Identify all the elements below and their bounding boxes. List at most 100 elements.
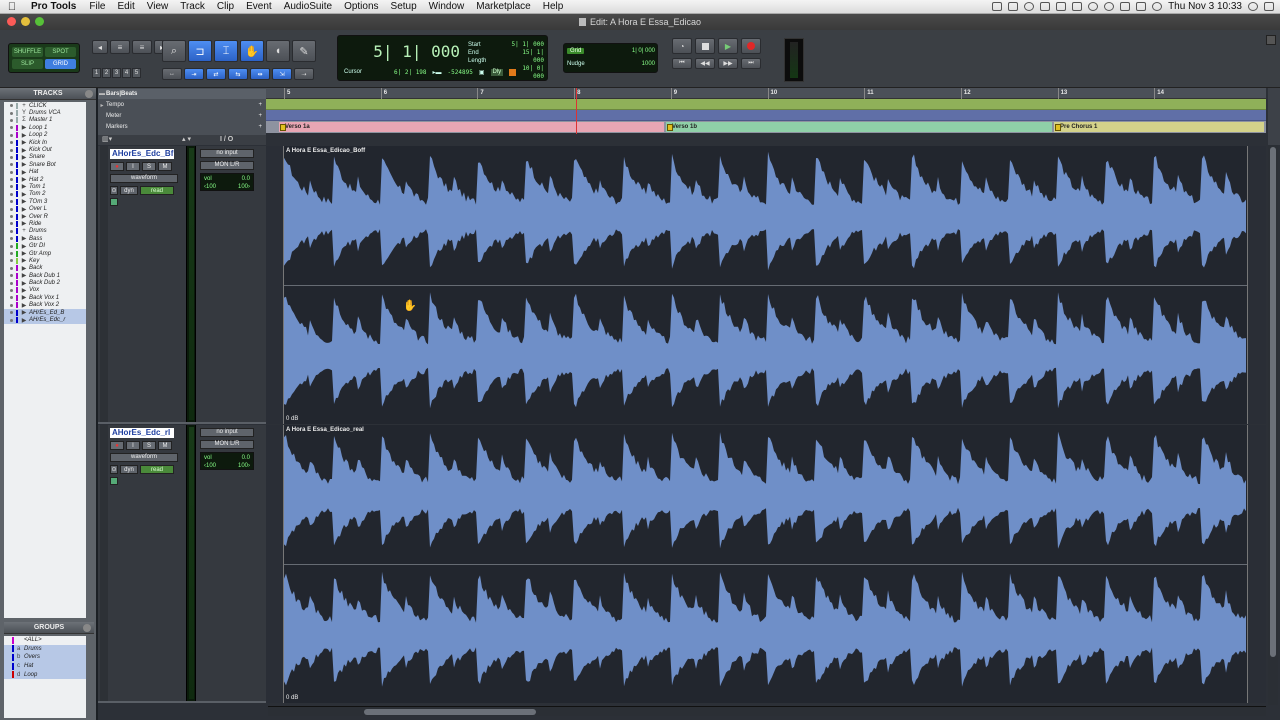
track-show-hide-icon[interactable] — [10, 252, 13, 255]
track-show-hide-icon[interactable] — [10, 185, 13, 189]
menu-audiosuite[interactable]: AudioSuite — [278, 1, 338, 12]
extension-icon[interactable] — [992, 2, 1003, 11]
track-show-hide-icon[interactable] — [10, 311, 13, 315]
delay-compensation-button[interactable]: Dly — [490, 69, 504, 76]
tempo-ruler[interactable] — [266, 99, 1266, 110]
end-value[interactable]: 15| 1| 000 — [510, 49, 544, 65]
start-value[interactable]: 5| 1| 000 — [510, 41, 544, 49]
tracks-list-item[interactable]: ▶ Tom 2 — [4, 191, 86, 198]
track-playlist-lane[interactable]: A Hora E Essa_Edicao_Boff 0 dB — [266, 146, 1266, 424]
zoom-audio-icon[interactable]: ≡ — [110, 40, 130, 54]
bluetooth-icon[interactable] — [1120, 2, 1131, 11]
toolbar-menu-icon[interactable] — [1266, 35, 1276, 45]
menu-marketplace[interactable]: Marketplace — [470, 1, 536, 12]
track-show-hide-icon[interactable] — [10, 118, 13, 122]
tracks-list-item[interactable]: ▶ Back — [4, 265, 86, 272]
notification-center-icon[interactable] — [1264, 2, 1274, 11]
tracks-list-item[interactable]: ▶ Kick In — [4, 139, 86, 146]
wifi-icon[interactable] — [1152, 2, 1163, 11]
track-show-hide-icon[interactable] — [10, 229, 13, 233]
online-transport-icon[interactable]: ◔ — [672, 38, 692, 54]
grid-value[interactable]: 1| 0| 000 — [632, 48, 655, 54]
next-icon[interactable]: ⇢ — [294, 68, 314, 80]
groups-menu-icon[interactable] — [83, 624, 91, 632]
add-meter-icon[interactable]: + — [258, 113, 262, 119]
playlist-icon[interactable]: ⊙ — [110, 186, 118, 195]
fast-forward-icon[interactable]: ▶▶ — [718, 58, 738, 69]
marker[interactable]: Verso 1b — [666, 122, 1052, 132]
tracks-list-item[interactable]: ▶ Gtr Amp — [4, 250, 86, 257]
lane-expand-icon[interactable] — [110, 198, 118, 206]
track-show-hide-icon[interactable] — [10, 288, 13, 292]
volume-icon[interactable] — [1136, 2, 1147, 11]
audio-icon[interactable] — [1088, 2, 1099, 11]
track-show-hide-icon[interactable] — [10, 215, 13, 219]
go-to-end-icon[interactable]: ⏭ — [741, 58, 761, 69]
playhead[interactable] — [576, 88, 577, 134]
tracks-list-item[interactable]: ▶ AHrEs_Edc_r — [4, 316, 86, 324]
zoom-midi-icon[interactable]: ≡ — [132, 40, 152, 54]
zoom-out-horizontal-icon[interactable]: ◂ — [92, 40, 108, 54]
track-show-hide-icon[interactable] — [10, 303, 13, 307]
menu-window[interactable]: Window — [423, 1, 471, 12]
selector-tool-icon[interactable]: ⌶ — [214, 40, 238, 62]
link-timeline-icon[interactable]: ⇥ — [184, 68, 204, 80]
rewind-icon[interactable]: ◀◀ — [695, 58, 715, 69]
time-machine-icon[interactable] — [1104, 2, 1115, 11]
tracks-list-item[interactable]: + CLICK — [4, 102, 86, 109]
menu-clock[interactable]: Thu Nov 3 10:33 — [1168, 1, 1242, 12]
clip-gain[interactable]: 0 dB — [286, 416, 298, 422]
track-show-hide-icon[interactable] — [10, 192, 13, 196]
tracks-list-item[interactable]: ▶ Key — [4, 257, 86, 264]
output-selector[interactable]: MON L/R — [200, 440, 254, 449]
minimize-window-button[interactable] — [21, 17, 30, 26]
slip-mode-button[interactable]: SLIP — [12, 59, 43, 69]
zoom-preset-4[interactable]: 4 — [122, 68, 131, 78]
clip-gain[interactable]: 0 dB — [286, 695, 298, 701]
menu-edit[interactable]: Edit — [112, 1, 141, 12]
apple-menu-icon[interactable]:  — [0, 1, 24, 13]
tracks-list-item[interactable]: ▶ Loop 1 — [4, 124, 86, 131]
ruler-label-meter[interactable]: Meter + — [98, 111, 266, 121]
add-tempo-icon[interactable]: + — [258, 102, 262, 108]
dropbox-icon[interactable] — [1072, 2, 1083, 11]
group-list-item[interactable]: c Hat — [4, 661, 86, 671]
horizontal-scrollbar[interactable] — [268, 706, 1266, 716]
marker[interactable]: Verso 1a — [279, 122, 664, 132]
track-show-hide-icon[interactable] — [10, 178, 13, 182]
tracks-list-item[interactable]: ▶ Hat 2 — [4, 176, 86, 183]
menu-view[interactable]: View — [141, 1, 175, 12]
track-show-hide-icon[interactable] — [10, 244, 13, 248]
tracks-list-item[interactable]: ▶ Back Vox 2 — [4, 302, 86, 309]
menu-clip[interactable]: Clip — [211, 1, 240, 12]
menu-file[interactable]: File — [83, 1, 111, 12]
record-button[interactable] — [741, 38, 761, 54]
menu-track[interactable]: Track — [174, 1, 211, 12]
grabber-tool-icon[interactable]: ✋ — [240, 40, 264, 62]
track-show-hide-icon[interactable] — [10, 259, 13, 263]
add-marker-icon[interactable]: + — [258, 124, 262, 130]
mute-button[interactable]: M — [158, 441, 172, 450]
zoom-preset-2[interactable]: 2 — [102, 68, 111, 78]
track-show-hide-icon[interactable] — [10, 207, 13, 211]
playlist-icon[interactable]: ⊙ — [110, 465, 118, 474]
track-show-hide-icon[interactable] — [10, 274, 13, 278]
nudge-value[interactable]: 1000 — [642, 61, 655, 67]
stop-button[interactable] — [695, 38, 715, 54]
main-counter[interactable]: 5| 1| 000 — [348, 42, 460, 61]
groups-header[interactable]: GROUPS — [4, 622, 94, 634]
menu-setup[interactable]: Setup — [385, 1, 423, 12]
solo-button[interactable]: S — [142, 162, 156, 171]
tracks-header[interactable]: TRACKS — [0, 88, 96, 100]
track-show-hide-icon[interactable] — [10, 141, 13, 145]
input-selector[interactable]: no input — [200, 149, 254, 158]
track-show-hide-icon[interactable] — [10, 200, 13, 204]
track-show-hide-icon[interactable] — [10, 111, 13, 115]
output-selector[interactable]: MON L/R — [200, 161, 254, 170]
track-show-hide-icon[interactable] — [10, 222, 13, 226]
tracks-list-item[interactable]: ▶ TOm 3 — [4, 198, 86, 205]
group-list-item[interactable]: a Drums — [4, 644, 86, 654]
ruler-label-tempo[interactable]: ▸ Tempo + — [98, 100, 266, 110]
eject-icon[interactable] — [1056, 2, 1067, 11]
return-to-zero-icon[interactable]: ⏮ — [672, 58, 692, 69]
